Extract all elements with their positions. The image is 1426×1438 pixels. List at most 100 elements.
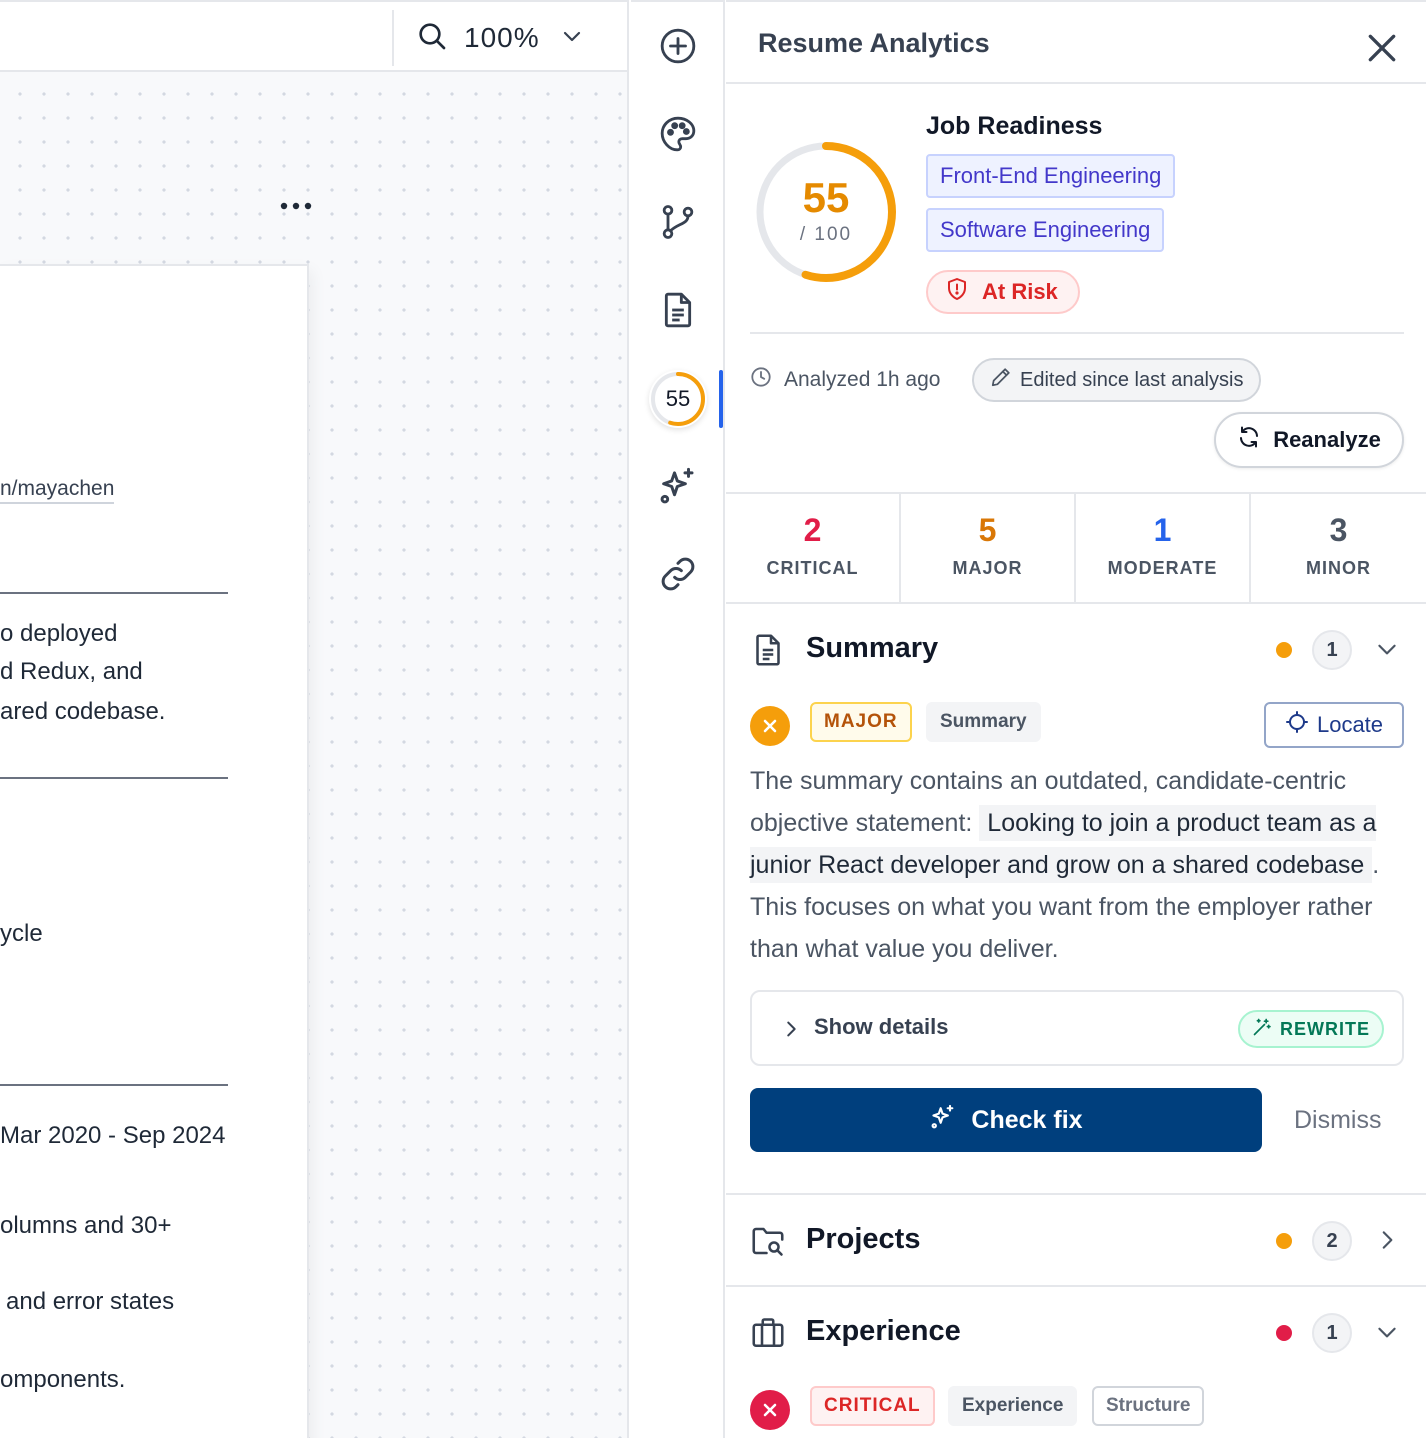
severity-moderate[interactable]: 1 MODERATE [1076,494,1251,602]
resume-text-line: d Redux, and [0,658,143,685]
reanalyze-label: Reanalyze [1273,427,1381,452]
refresh-icon [1237,425,1273,455]
severity-tag-critical: CRITICAL [810,1386,935,1426]
resume-text-line: o deployed [0,620,118,647]
panel-title: Resume Analytics [758,28,990,58]
ai-assist-button[interactable] [654,464,702,512]
check-fix-label: Check fix [971,1105,1083,1134]
versions-button[interactable] [654,200,702,248]
chevron-right-icon [780,1018,802,1045]
score-max: / 100 [799,224,853,245]
severity-dot [1276,1233,1292,1249]
toolbar-divider [392,10,394,66]
share-link-button[interactable] [654,552,702,600]
resume-text-line: ared codebase. [0,698,166,725]
sparkles-icon [657,465,699,512]
crosshair-icon [1285,710,1317,740]
severity-critical[interactable]: 2 CRITICAL [726,494,901,602]
category-tag: Experience [948,1386,1078,1426]
canvas-toolbar: 100% [0,0,627,72]
severity-count: 2 [803,512,822,548]
issue-description: The summary contains an outdated, candid… [750,760,1400,970]
folder-search-icon [750,1223,786,1264]
section-experience-header[interactable]: Experience 1 [726,1287,1426,1377]
issue-count: 2 [1312,1221,1352,1261]
magic-wand-icon [1252,1017,1280,1042]
zoom-dropdown[interactable]: 100% [416,18,584,58]
severity-count: 1 [1153,512,1172,548]
sparkles-icon [929,1103,971,1138]
close-button[interactable] [1362,28,1402,68]
theme-button[interactable] [654,112,702,160]
role-chip-software: Software Engineering [926,208,1165,252]
status-text: At Risk [982,279,1058,304]
chevron-down-icon [560,24,584,53]
shield-alert-icon [946,277,982,307]
section-divider [0,1084,228,1086]
severity-major[interactable]: 5 MAJOR [901,494,1076,602]
severity-minor[interactable]: 3 MINOR [1251,494,1426,602]
more-options-icon[interactable] [276,192,316,220]
dismiss-button[interactable]: Dismiss [1294,1106,1382,1135]
add-section-button[interactable] [654,24,702,72]
resume-analytics-panel: Resume Analytics 55 / 100 Job Readiness … [726,0,1426,1438]
check-fix-button[interactable]: Check fix [750,1088,1262,1152]
tool-rail: 55 [631,0,725,1438]
section-title: Experience [806,1315,961,1347]
resume-text-line: olumns and 30+ [0,1212,172,1239]
show-details-toggle[interactable]: Show details REWRITE [750,990,1404,1066]
rewrite-badge: REWRITE [1238,1010,1384,1048]
severity-count: 5 [978,512,997,548]
show-details-label: Show details [814,1014,949,1039]
severity-tag-major: MAJOR [810,702,912,742]
close-icon [1362,34,1402,72]
locate-button[interactable]: Locate [1264,702,1404,748]
edited-badge: Edited since last analysis [972,358,1262,402]
severity-label: MAJOR [952,558,1023,578]
plus-circle-icon [658,26,698,71]
severity-label: MINOR [1306,558,1371,578]
analyzed-time: Analyzed 1h ago [750,366,940,394]
severity-count: 3 [1329,512,1348,548]
zoom-level: 100% [464,22,540,53]
resume-page: n/mayachen o deployed d Redux, and ared … [0,264,309,1438]
section-summary-header[interactable]: Summary 1 [726,604,1426,694]
critical-x-icon [750,1390,790,1430]
section-divider [0,592,228,594]
document-button[interactable] [654,288,702,336]
category-tag: Structure [1092,1386,1205,1426]
status-badge: At Risk [926,270,1080,314]
edited-text: Edited since last analysis [1020,368,1244,391]
issue-count: 1 [1312,630,1352,670]
resume-text-line: ycle [0,920,43,947]
section-title: Summary [806,632,939,664]
job-dates: Mar 2020 - Sep 2024 [0,1122,226,1149]
file-text-icon [750,632,786,673]
profile-link[interactable]: n/mayachen [0,477,115,504]
analytics-score-button[interactable]: 55 [649,370,707,428]
chevron-right-icon [1374,1227,1400,1258]
pencil-icon [990,366,1020,394]
reanalyze-button[interactable]: Reanalyze [1214,412,1404,468]
major-x-icon [750,706,790,746]
chevron-down-icon [1374,1319,1400,1350]
locate-label: Locate [1316,712,1384,737]
section-divider [0,777,228,779]
section-title: Projects [806,1223,921,1255]
severity-dot [1276,1325,1292,1341]
issue-count: 1 [1312,1313,1352,1353]
briefcase-icon [750,1315,786,1356]
divider [750,332,1404,334]
score-value: 55 [802,174,850,221]
severity-summary: 2 CRITICAL 5 MAJOR 1 MODERATE 3 MINOR [726,492,1426,604]
severity-label: MODERATE [1107,558,1218,578]
link-icon [658,554,698,599]
resume-text-line: and error states [6,1288,175,1315]
active-indicator [719,370,723,428]
resume-text-line: omponents. [0,1366,126,1393]
severity-label: CRITICAL [766,558,859,578]
section-projects-header[interactable]: Projects 2 [726,1195,1426,1285]
file-text-icon [658,290,698,335]
clock-icon [750,366,784,394]
panel-header: Resume Analytics [726,2,1426,84]
